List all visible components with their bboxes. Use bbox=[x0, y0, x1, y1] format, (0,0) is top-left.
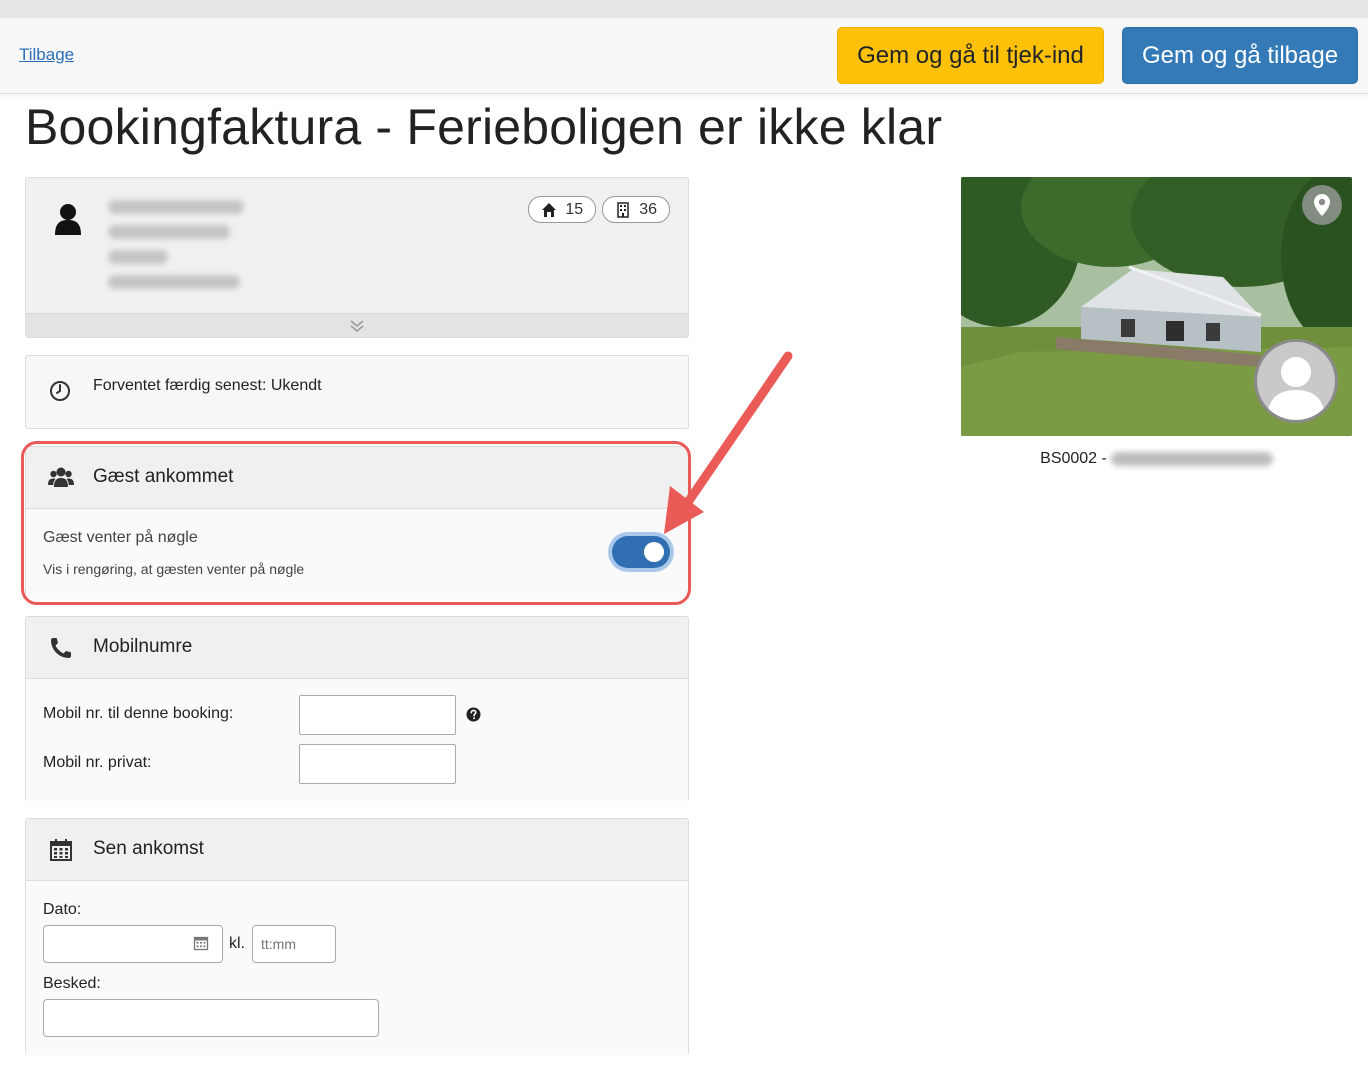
toggle-knob bbox=[644, 542, 664, 562]
page-title: Bookingfaktura - Ferieboligen er ikke kl… bbox=[25, 99, 943, 155]
private-mobile-label: Mobil nr. privat: bbox=[43, 754, 152, 771]
avatar-placeholder-icon bbox=[1267, 357, 1325, 420]
houses-badge: 15 bbox=[528, 196, 597, 223]
question-circle-icon[interactable] bbox=[466, 707, 481, 722]
clock-icon bbox=[50, 381, 70, 401]
mobile-numbers-body: Mobil nr. til denne booking: Mobil nr. p… bbox=[26, 679, 688, 801]
guest-info-panel: 15 36 bbox=[25, 177, 689, 338]
mobile-numbers-title: Mobilnumre bbox=[93, 636, 193, 657]
users-icon bbox=[48, 467, 74, 487]
private-mobile-input[interactable] bbox=[299, 744, 456, 784]
browser-strip bbox=[0, 0, 1368, 18]
mobile-numbers-panel: Mobilnumre Mobil nr. til denne booking: … bbox=[25, 616, 689, 801]
calendar-picker-icon[interactable] bbox=[193, 935, 209, 951]
map-pin-icon bbox=[1314, 194, 1330, 216]
property-name-redacted bbox=[1110, 451, 1273, 466]
buildings-badge: 36 bbox=[602, 196, 670, 223]
late-arrival-body: Dato: kl. Besked: bbox=[26, 881, 688, 1055]
booking-mobile-input[interactable] bbox=[299, 695, 456, 735]
guest-arrived-body: Gæst venter på nøgle Vis i rengøring, at… bbox=[26, 509, 688, 599]
late-arrival-header: Sen ankomst bbox=[26, 819, 688, 881]
time-separator-label: kl. bbox=[229, 935, 245, 952]
guest-arrived-header: Gæst ankommet bbox=[26, 447, 688, 509]
guest-arrived-panel: Gæst ankommet Gæst venter på nøgle Vis i… bbox=[25, 446, 689, 599]
top-action-bar: Tilbage Gem og gå til tjek-ind Gem og gå… bbox=[0, 18, 1368, 94]
map-pin-button[interactable] bbox=[1302, 185, 1342, 225]
calendar-icon bbox=[50, 839, 72, 861]
save-and-back-button[interactable]: Gem og gå tilbage bbox=[1122, 27, 1358, 84]
guest-badges: 15 36 bbox=[528, 196, 670, 223]
guest-details-redacted bbox=[108, 200, 244, 300]
booking-mobile-label: Mobil nr. til denne booking: bbox=[43, 705, 234, 722]
property-caption: BS0002 - bbox=[961, 450, 1352, 468]
owner-avatar[interactable] bbox=[1254, 339, 1338, 423]
waiting-for-key-help: Vis i rengøring, at gæsten venter på nøg… bbox=[43, 561, 305, 577]
date-label: Dato: bbox=[43, 901, 82, 918]
waiting-for-key-toggle[interactable] bbox=[612, 536, 670, 568]
building-icon bbox=[617, 201, 629, 218]
waiting-for-key-label: Gæst venter på nøgle bbox=[43, 529, 198, 546]
late-arrival-title: Sen ankomst bbox=[93, 838, 204, 859]
message-input[interactable] bbox=[43, 999, 379, 1037]
time-input[interactable] bbox=[252, 925, 336, 963]
buildings-count: 36 bbox=[639, 200, 657, 218]
home-icon bbox=[542, 202, 557, 217]
message-label: Besked: bbox=[43, 975, 101, 992]
save-and-checkin-button[interactable]: Gem og gå til tjek-ind bbox=[837, 27, 1104, 84]
back-link[interactable]: Tilbage bbox=[19, 45, 74, 65]
double-chevron-down-icon bbox=[350, 319, 364, 332]
user-icon bbox=[55, 204, 81, 235]
property-code: BS0002 - bbox=[1040, 450, 1107, 467]
expand-guest-toggle[interactable] bbox=[26, 313, 688, 337]
expected-ready-text: Forventet færdig senest: Ukendt bbox=[93, 377, 322, 394]
ready-status-panel: Forventet færdig senest: Ukendt bbox=[25, 355, 689, 429]
mobile-numbers-header: Mobilnumre bbox=[26, 617, 688, 679]
phone-icon bbox=[51, 638, 71, 658]
houses-count: 15 bbox=[565, 200, 584, 218]
guest-arrived-title: Gæst ankommet bbox=[93, 466, 234, 487]
late-arrival-panel: Sen ankomst Dato: kl. Besked: bbox=[25, 818, 689, 1055]
